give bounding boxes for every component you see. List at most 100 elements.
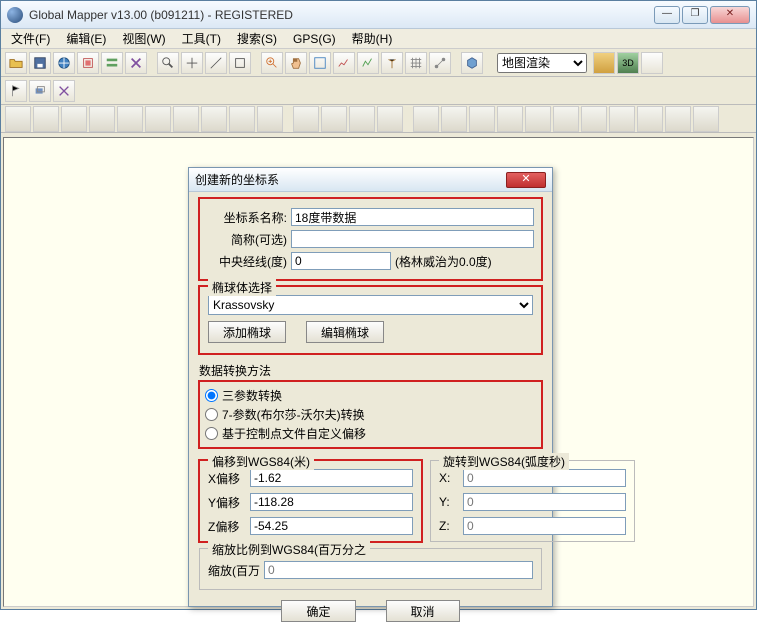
cancel-button[interactable]: 取消 xyxy=(386,600,460,622)
datum-method-group: 三参数转换 7-参数(布尔莎-沃尔夫)转换 基于控制点文件自定义偏移 xyxy=(199,381,542,448)
offset-legend: 偏移到WGS84(米) xyxy=(208,453,314,470)
close-button[interactable]: ✕ xyxy=(710,6,750,24)
y-offset-input[interactable] xyxy=(250,493,413,511)
render-3d-icon[interactable]: 3D xyxy=(617,52,639,74)
chart-icon[interactable] xyxy=(333,52,355,74)
t3-5-icon[interactable] xyxy=(117,106,143,132)
zoom-in-icon[interactable] xyxy=(261,52,283,74)
short-label: 简称(可选) xyxy=(207,231,287,248)
t3-2-icon[interactable] xyxy=(33,106,59,132)
3d-icon[interactable] xyxy=(461,52,483,74)
digitize-layers-icon[interactable] xyxy=(29,80,51,102)
rotation-legend: 旋转到WGS84(弧度秒) xyxy=(439,453,569,470)
cm-input[interactable] xyxy=(291,252,391,270)
t3-4-icon[interactable] xyxy=(89,106,115,132)
menu-tools[interactable]: 工具(T) xyxy=(176,28,227,49)
digitize-tool-icon[interactable] xyxy=(53,80,75,102)
hand-icon[interactable] xyxy=(285,52,307,74)
grid-icon[interactable] xyxy=(405,52,427,74)
layers-icon[interactable] xyxy=(77,52,99,74)
toolbar-1: 地图渲染 3D xyxy=(1,49,756,77)
render-1-icon[interactable] xyxy=(593,52,615,74)
y-rot-label: Y: xyxy=(439,495,459,509)
t3-15-icon[interactable] xyxy=(413,106,439,132)
ok-button[interactable]: 确定 xyxy=(281,600,355,622)
ellipsoid-select[interactable]: Krassovsky xyxy=(208,295,533,315)
toolbar-3 xyxy=(1,105,756,133)
z-offset-label: Z偏移 xyxy=(208,518,246,535)
t3-7-icon[interactable] xyxy=(173,106,199,132)
cm-label: 中央经线(度) xyxy=(207,253,287,270)
full-extent-icon[interactable] xyxy=(309,52,331,74)
open-icon[interactable] xyxy=(5,52,27,74)
app-icon xyxy=(7,7,23,23)
datum-opt1-radio[interactable] xyxy=(205,389,218,402)
add-ellipsoid-button[interactable]: 添加椭球 xyxy=(208,321,286,343)
maximize-button[interactable]: ❐ xyxy=(682,6,708,24)
save-icon[interactable] xyxy=(29,52,51,74)
t3-16-icon[interactable] xyxy=(441,106,467,132)
path-icon[interactable] xyxy=(429,52,451,74)
measure-icon[interactable] xyxy=(205,52,227,74)
datum-opt2-radio[interactable] xyxy=(205,408,218,421)
antenna-icon[interactable] xyxy=(381,52,403,74)
menu-edit[interactable]: 编辑(E) xyxy=(60,28,112,49)
short-input[interactable] xyxy=(291,230,534,248)
t3-10-icon[interactable] xyxy=(257,106,283,132)
t3-18-icon[interactable] xyxy=(497,106,523,132)
t3-20-icon[interactable] xyxy=(553,106,579,132)
info-icon[interactable] xyxy=(229,52,251,74)
t3-23-icon[interactable] xyxy=(637,106,663,132)
name-section: 坐标系名称: 简称(可选) 中央经线(度) (格林威治为0.0度) xyxy=(199,198,542,280)
zoom-tool-icon[interactable] xyxy=(157,52,179,74)
t3-25-icon[interactable] xyxy=(693,106,719,132)
menu-view[interactable]: 视图(W) xyxy=(116,28,171,49)
z-offset-input[interactable] xyxy=(250,517,413,535)
x-offset-input[interactable] xyxy=(250,469,413,487)
t3-11-icon[interactable] xyxy=(293,106,319,132)
ellipsoid-legend: 椭球体选择 xyxy=(208,279,276,296)
t3-22-icon[interactable] xyxy=(609,106,635,132)
t3-3-icon[interactable] xyxy=(61,106,87,132)
t3-13-icon[interactable] xyxy=(349,106,375,132)
tools-icon[interactable] xyxy=(125,52,147,74)
render-mode-select[interactable]: 地图渲染 xyxy=(497,53,587,73)
t3-1-icon[interactable] xyxy=(5,106,31,132)
t3-12-icon[interactable] xyxy=(321,106,347,132)
pan-tool-icon[interactable] xyxy=(181,52,203,74)
datum-opt3-radio[interactable] xyxy=(205,427,218,440)
main-window: Global Mapper v13.00 (b091211) - REGISTE… xyxy=(0,0,757,610)
ellipsoid-group: 椭球体选择 Krassovsky 添加椭球 编辑椭球 xyxy=(199,286,542,354)
t3-6-icon[interactable] xyxy=(145,106,171,132)
menu-file[interactable]: 文件(F) xyxy=(5,28,56,49)
digitize-flag-icon[interactable] xyxy=(5,80,27,102)
t3-9-icon[interactable] xyxy=(229,106,255,132)
t3-8-icon[interactable] xyxy=(201,106,227,132)
y-offset-label: Y偏移 xyxy=(208,494,246,511)
t3-21-icon[interactable] xyxy=(581,106,607,132)
profile-icon[interactable] xyxy=(357,52,379,74)
datum-method-legend: 数据转换方法 xyxy=(199,362,542,379)
config-icon[interactable] xyxy=(101,52,123,74)
datum-opt3-label: 基于控制点文件自定义偏移 xyxy=(222,425,366,442)
t3-24-icon[interactable] xyxy=(665,106,691,132)
scale-group: 缩放比例到WGS84(百万分之 缩放(百万 xyxy=(199,548,542,590)
coordinate-system-dialog: 创建新的坐标系 ✕ 坐标系名称: 简称(可选) 中央经线(度) (格林威治为0.… xyxy=(188,167,553,607)
render-3-icon[interactable] xyxy=(641,52,663,74)
t3-19-icon[interactable] xyxy=(525,106,551,132)
dialog-title: 创建新的坐标系 xyxy=(195,171,506,188)
menu-gps[interactable]: GPS(G) xyxy=(287,30,342,48)
name-input[interactable] xyxy=(291,208,534,226)
edit-ellipsoid-button[interactable]: 编辑椭球 xyxy=(306,321,384,343)
dialog-close-button[interactable]: ✕ xyxy=(506,172,546,188)
t3-14-icon[interactable] xyxy=(377,106,403,132)
menu-help[interactable]: 帮助(H) xyxy=(346,28,399,49)
rotation-group: 旋转到WGS84(弧度秒) X: Y: Z: xyxy=(430,460,635,542)
menubar: 文件(F) 编辑(E) 视图(W) 工具(T) 搜索(S) GPS(G) 帮助(… xyxy=(1,29,756,49)
menu-search[interactable]: 搜索(S) xyxy=(231,28,283,49)
x-offset-label: X偏移 xyxy=(208,470,246,487)
scale-input xyxy=(264,561,533,579)
t3-17-icon[interactable] xyxy=(469,106,495,132)
minimize-button[interactable]: — xyxy=(654,6,680,24)
globe-icon[interactable] xyxy=(53,52,75,74)
